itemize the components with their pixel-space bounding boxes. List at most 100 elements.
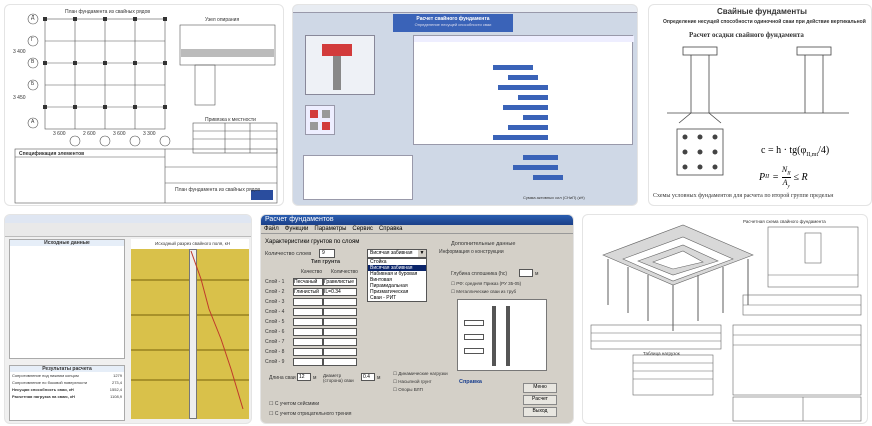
row-label-v: В <box>31 59 35 65</box>
check-metal[interactable]: ☐ Металлические сваи из труб <box>451 289 516 295</box>
results-panel: Результаты расчета Сопротивление под ниж… <box>9 365 125 421</box>
thumbnail-grillage-drawing[interactable]: Расчетная схема свайного фундамента Табл… <box>582 214 868 424</box>
depth-field[interactable] <box>519 269 533 277</box>
check-vlp[interactable]: ☐ Опоры ВЛП <box>393 387 423 393</box>
layer-type[interactable] <box>323 298 357 306</box>
layer-type[interactable] <box>323 308 357 316</box>
result-value: 1108,9 <box>110 394 122 399</box>
result-row: Сопротивление по боковой поверхности 273,… <box>10 379 124 386</box>
pile-length-unit: м <box>313 375 317 381</box>
thumbnail-pile-spreadsheet[interactable]: Расчет свайного фундамента Определение н… <box>292 4 638 206</box>
textbook-line2: Расчет осадки свайного фундамента <box>689 31 804 39</box>
textbook-line1: Определение несущей способности одиночно… <box>663 19 866 25</box>
layer-type[interactable] <box>323 348 357 356</box>
result-value: 1279 <box>113 373 122 378</box>
layer-type[interactable] <box>323 318 357 326</box>
layer-row[interactable]: Слой - 9 <box>265 357 357 367</box>
input-block <box>303 155 413 200</box>
layer-quality[interactable]: Глинистый <box>293 288 323 296</box>
layer-row[interactable]: Слой - 6 <box>265 327 357 337</box>
loads-table-caption: Таблица нагрузок <box>643 351 680 356</box>
layer-quality[interactable] <box>293 308 323 316</box>
menu-file[interactable]: Файл <box>261 225 282 233</box>
exit-button[interactable]: Выход <box>523 407 557 417</box>
result-row: Расчетная нагрузка на сваю, кН 1108,9 <box>10 393 124 400</box>
bind-label: Привязка к местности <box>205 117 256 123</box>
formula-p-num-sub: II <box>787 171 791 177</box>
thumbnail-foundation-dialog[interactable]: Расчет фундаментов Файл Функции Параметр… <box>260 214 574 424</box>
help-label[interactable]: Справка <box>459 379 482 385</box>
check-dynamic[interactable]: ☐ Динамические нагрузки <box>393 371 448 377</box>
check-neg-friction-label: С учетом отрицательного трения <box>274 411 352 417</box>
result-row: Сопротивление под нижним концом 1279 <box>10 372 124 379</box>
diameter-field[interactable]: 0.4 <box>361 373 375 381</box>
check-dynamic-label: Динамические нагрузки <box>398 371 448 376</box>
formula-p: P II = NII Ay ≤ R <box>759 165 808 190</box>
input-data-panel: Исходные данные <box>9 239 125 359</box>
check-rf-label: РФ: средняя Приказ (РУ 35-05) <box>456 281 522 286</box>
result-row: Несущая способность сваи, кН 1552,4 <box>10 386 124 393</box>
info-title: Информация о конструкции <box>439 249 504 255</box>
layer-quality[interactable] <box>293 348 323 356</box>
thumbnail-pile-textbook[interactable]: Свайные фундаменты Определение несущей с… <box>648 4 872 206</box>
thumbnail-foundation-plan[interactable]: План фундамента из свайных рядов Узел оп… <box>4 4 284 206</box>
thumbnail-soil-profile-app[interactable]: Исходные данные Исходный разрез свайного… <box>4 214 252 424</box>
sheet-title-block: Расчет свайного фундамента Определение н… <box>393 14 513 32</box>
layer-quality[interactable] <box>293 338 323 346</box>
menu-params[interactable]: Параметры <box>311 225 349 233</box>
diameter-value: 0.4 <box>363 374 370 380</box>
layer-row[interactable]: Слой - 3 <box>265 297 357 307</box>
diameter-unit: м <box>377 375 381 381</box>
layer-type[interactable] <box>323 328 357 336</box>
menu-service[interactable]: Сервис <box>349 225 376 233</box>
pile-type-dropdown[interactable]: Стойка Висячая забивная Набивная и буров… <box>367 258 427 302</box>
check-seismic-label: С учетом сейсмики <box>274 401 320 407</box>
sheet-footer: Сумма активных сил (СНиП) (кН) <box>523 195 585 200</box>
pile-length-field[interactable]: 12 <box>297 373 311 381</box>
layer-name: Слой - 9 <box>265 359 285 365</box>
pile-type-select[interactable]: Висячая забивная ▼ <box>367 249 427 258</box>
layers-list: Слой - 1 Песчаный Гравелистые Слой - 2 Глин… <box>265 277 357 367</box>
calculate-button[interactable]: Расчет <box>523 395 557 405</box>
layer-row[interactable]: Слой - 8 <box>265 347 357 357</box>
layer-quality[interactable] <box>293 318 323 326</box>
menu-button[interactable]: Меню <box>523 383 557 393</box>
grillage-3d-drawing <box>590 224 862 422</box>
dropdown-item[interactable]: Сваи - РИТ <box>368 295 426 301</box>
layer-name: Слой - 1 <box>265 279 285 285</box>
check-neg-friction[interactable]: ☐ С учетом отрицательного трения <box>269 411 351 417</box>
layer-quality[interactable] <box>293 328 323 336</box>
layer-count-field[interactable]: 9 <box>319 249 335 258</box>
pile-length-label: Длина сваи <box>269 375 296 381</box>
layer-quality[interactable] <box>293 358 323 366</box>
foundation-plan-drawing <box>14 13 278 204</box>
layer-name: Слой - 6 <box>265 329 285 335</box>
layer-quality[interactable] <box>293 298 323 306</box>
grillage-title: Расчетная схема свайного фундамента <box>743 219 826 224</box>
layer-row[interactable]: Слой - 2 Глинистый IL=0.34 <box>265 287 357 297</box>
layer-name: Слой - 3 <box>265 299 285 305</box>
layer-name: Слой - 7 <box>265 339 285 345</box>
menu-functions[interactable]: Функции <box>282 225 312 233</box>
check-seismic[interactable]: ☐ С учетом сейсмики <box>269 401 319 407</box>
dialog-titlebar: Расчет фундаментов <box>261 215 573 225</box>
layer-row[interactable]: Слой - 4 <box>265 307 357 317</box>
check-bulk[interactable]: ☐ Насыпной грунт <box>393 379 432 385</box>
layer-row[interactable]: Слой - 7 <box>265 337 357 347</box>
sheet-subtitle: Определение несущей способности сваи <box>414 22 492 27</box>
layer-quality[interactable]: Песчаный <box>293 278 323 286</box>
formula-p-frac: NII Ay <box>781 165 791 189</box>
chevron-down-icon[interactable]: ▼ <box>418 250 426 257</box>
layer-type[interactable] <box>323 358 357 366</box>
check-rf[interactable]: ☐ РФ: средняя Приказ (РУ 35-05) <box>451 281 521 287</box>
layer-row[interactable]: Слой - 5 <box>265 317 357 327</box>
layer-type[interactable] <box>323 338 357 346</box>
layer-row[interactable]: Слой - 1 Песчаный Гравелистые <box>265 277 357 287</box>
row-label-g: Г <box>31 37 34 43</box>
menu-help[interactable]: Справка <box>376 225 406 233</box>
textbook-title: Свайные фундаменты <box>717 7 807 16</box>
layer-type[interactable]: Гравелистые <box>323 278 357 286</box>
formula-c-main: c = h · tg(φ <box>761 145 807 156</box>
formula-c: c = h · tg(φII,mt/4) <box>761 145 829 158</box>
layer-type[interactable]: IL=0.34 <box>323 288 357 296</box>
